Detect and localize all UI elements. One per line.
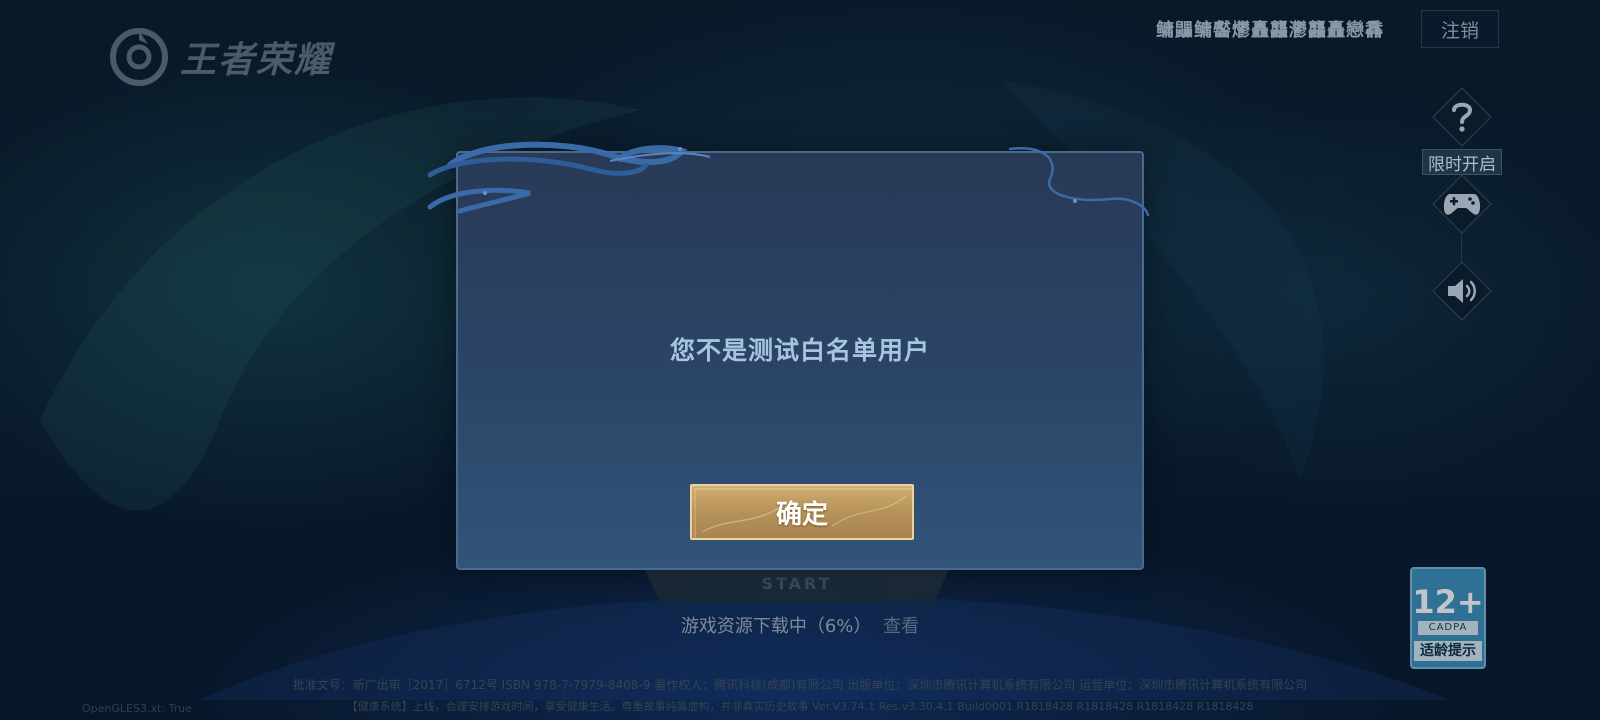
footer-health-notice: 【健康系统】上线，合理安排游戏时间，享受健康生活。尊重故事纯属虚构，并非真实历史…	[346, 700, 1254, 713]
game-logo: 王者荣耀	[108, 26, 332, 88]
confirm-label: 确定	[775, 499, 828, 530]
limited-open-label: 限时开启	[1422, 149, 1502, 175]
gamepad-button[interactable]	[1432, 174, 1492, 234]
download-status: 游戏资源下载中（6%）	[680, 616, 872, 637]
alert-dialog: 您不是测试白名单用户 确定	[456, 151, 1144, 570]
start-sub-label: START	[761, 574, 833, 593]
side-divider	[1461, 234, 1462, 264]
logo-text: 王者荣耀	[180, 40, 333, 81]
speaker-icon	[1448, 279, 1476, 303]
age-rating-org: CADPA	[1418, 621, 1478, 635]
game-background: 王者荣耀 鳙鼺鳙齾爩矗龘灪龘矗戀馫 注销 限时开启 START 游戏资源下载中（…	[0, 0, 1600, 720]
dialog-message: 您不是测试白名单用户	[669, 336, 930, 365]
game-logo-icon	[110, 28, 168, 86]
gamepad-icon	[1443, 194, 1481, 215]
logout-button[interactable]: 注销	[1421, 10, 1499, 48]
age-rating-tip: 适龄提示	[1414, 641, 1482, 661]
view-download-link[interactable]: 查看	[883, 616, 919, 637]
sound-button[interactable]	[1432, 261, 1492, 321]
download-status-row: 游戏资源下载中（6%） 查看	[0, 612, 1600, 638]
footer-license: 批准文号：新广出审［2017］6712号 ISBN 978-7-7979-840…	[292, 678, 1308, 692]
age-rating-badge[interactable]: 12+ CADPA 适龄提示	[1410, 567, 1486, 669]
confirm-button[interactable]: 确定	[690, 484, 914, 540]
user-name: 鳙鼺鳙齾爩矗龘灪龘矗戀馫	[1156, 20, 1384, 41]
question-icon	[1452, 102, 1473, 132]
age-rating: 12+	[1412, 583, 1484, 621]
help-button[interactable]	[1432, 87, 1492, 147]
opengl-info: OpenGLES3.xt: True	[82, 702, 192, 715]
